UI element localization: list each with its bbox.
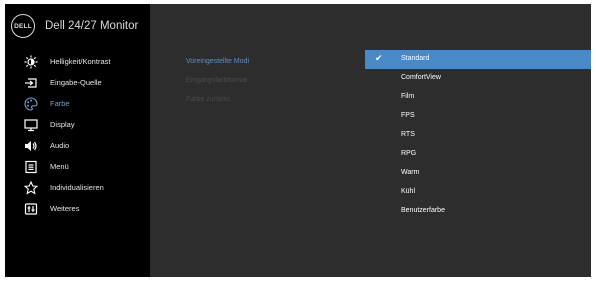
- preset-option-label: Benutzerfarbe: [401, 207, 445, 214]
- preset-option-rpg[interactable]: RPG: [365, 145, 591, 164]
- menu-item-display[interactable]: Display: [5, 115, 150, 136]
- menu-item-label: Helligkeit/Kontrast: [50, 57, 111, 66]
- preset-option-film[interactable]: Film: [365, 88, 591, 107]
- menu-item-color[interactable]: Farbe: [5, 94, 150, 115]
- monitor-title: Dell 24/27 Monitor: [45, 20, 139, 32]
- menu-item-audio[interactable]: Audio: [5, 136, 150, 157]
- submenu-item-reset-color: Farbe zurücks: [186, 96, 231, 103]
- preset-option-label: RPG: [401, 150, 417, 157]
- preset-option-label: Kühl: [401, 188, 416, 195]
- menu-item-personalize[interactable]: Individualisieren: [5, 178, 150, 199]
- preset-option-label: ComfortView: [401, 74, 441, 81]
- color-submenu: Voreingestellte Modi Eingangsfarbformat …: [186, 58, 249, 115]
- brightness-icon: [24, 55, 38, 69]
- osd-header: DELL Dell 24/27 Monitor: [11, 12, 138, 40]
- preset-mode-list: ✔ Standard ComfortView Film FPS RTS RPG …: [365, 50, 591, 221]
- checkmark-icon: ✔: [375, 53, 383, 63]
- submenu-item-preset-modes[interactable]: Voreingestellte Modi: [186, 58, 249, 77]
- submenu-item-input-color-format: Eingangsfarbformat: [186, 77, 248, 84]
- preset-option-fps[interactable]: FPS: [365, 107, 591, 126]
- menu-item-input-source[interactable]: Eingabe-Quelle: [5, 73, 150, 94]
- preset-option-rts[interactable]: RTS: [365, 126, 591, 145]
- menu-item-others[interactable]: Weiteres: [5, 199, 150, 220]
- preset-option-label: RTS: [401, 131, 415, 138]
- preset-option-cool[interactable]: Kühl: [365, 183, 591, 202]
- menu-item-brightness-contrast[interactable]: Helligkeit/Kontrast: [5, 52, 150, 73]
- main-menu: Helligkeit/Kontrast Eingabe-Quelle Farbe…: [5, 52, 150, 220]
- menu-icon: [24, 160, 38, 174]
- menu-item-label: Farbe: [50, 99, 70, 108]
- menu-item-label: Individualisieren: [50, 183, 104, 192]
- menu-item-label: Display: [50, 120, 75, 129]
- menu-item-label: Eingabe-Quelle: [50, 78, 102, 87]
- input-source-icon: [24, 76, 38, 90]
- monitor-osd: DELL Dell 24/27 Monitor Helligkeit/Kontr…: [5, 4, 591, 277]
- preset-option-standard[interactable]: ✔ Standard: [365, 50, 591, 69]
- menu-item-menu[interactable]: Menü: [5, 157, 150, 178]
- osd-content-panel: Voreingestellte Modi Eingangsfarbformat …: [150, 4, 591, 277]
- preset-option-label: Warm: [401, 169, 420, 176]
- display-icon: [24, 118, 38, 132]
- preset-option-custom-color[interactable]: Benutzerfarbe: [365, 202, 591, 221]
- star-icon: [24, 181, 38, 195]
- menu-item-label: Audio: [50, 141, 70, 150]
- dell-logo: DELL: [11, 14, 35, 38]
- menu-item-label: Menü: [50, 162, 69, 171]
- preset-option-label: FPS: [401, 112, 415, 119]
- osd-nav-panel: DELL Dell 24/27 Monitor Helligkeit/Kontr…: [5, 4, 150, 277]
- preset-option-label: Standard: [401, 55, 430, 62]
- others-icon: [24, 202, 38, 216]
- menu-item-label: Weiteres: [50, 204, 80, 213]
- audio-icon: [24, 139, 38, 153]
- preset-option-comfortview[interactable]: ComfortView: [365, 69, 591, 88]
- preset-option-warm[interactable]: Warm: [365, 164, 591, 183]
- color-palette-icon: [24, 97, 38, 111]
- preset-option-label: Film: [401, 93, 415, 100]
